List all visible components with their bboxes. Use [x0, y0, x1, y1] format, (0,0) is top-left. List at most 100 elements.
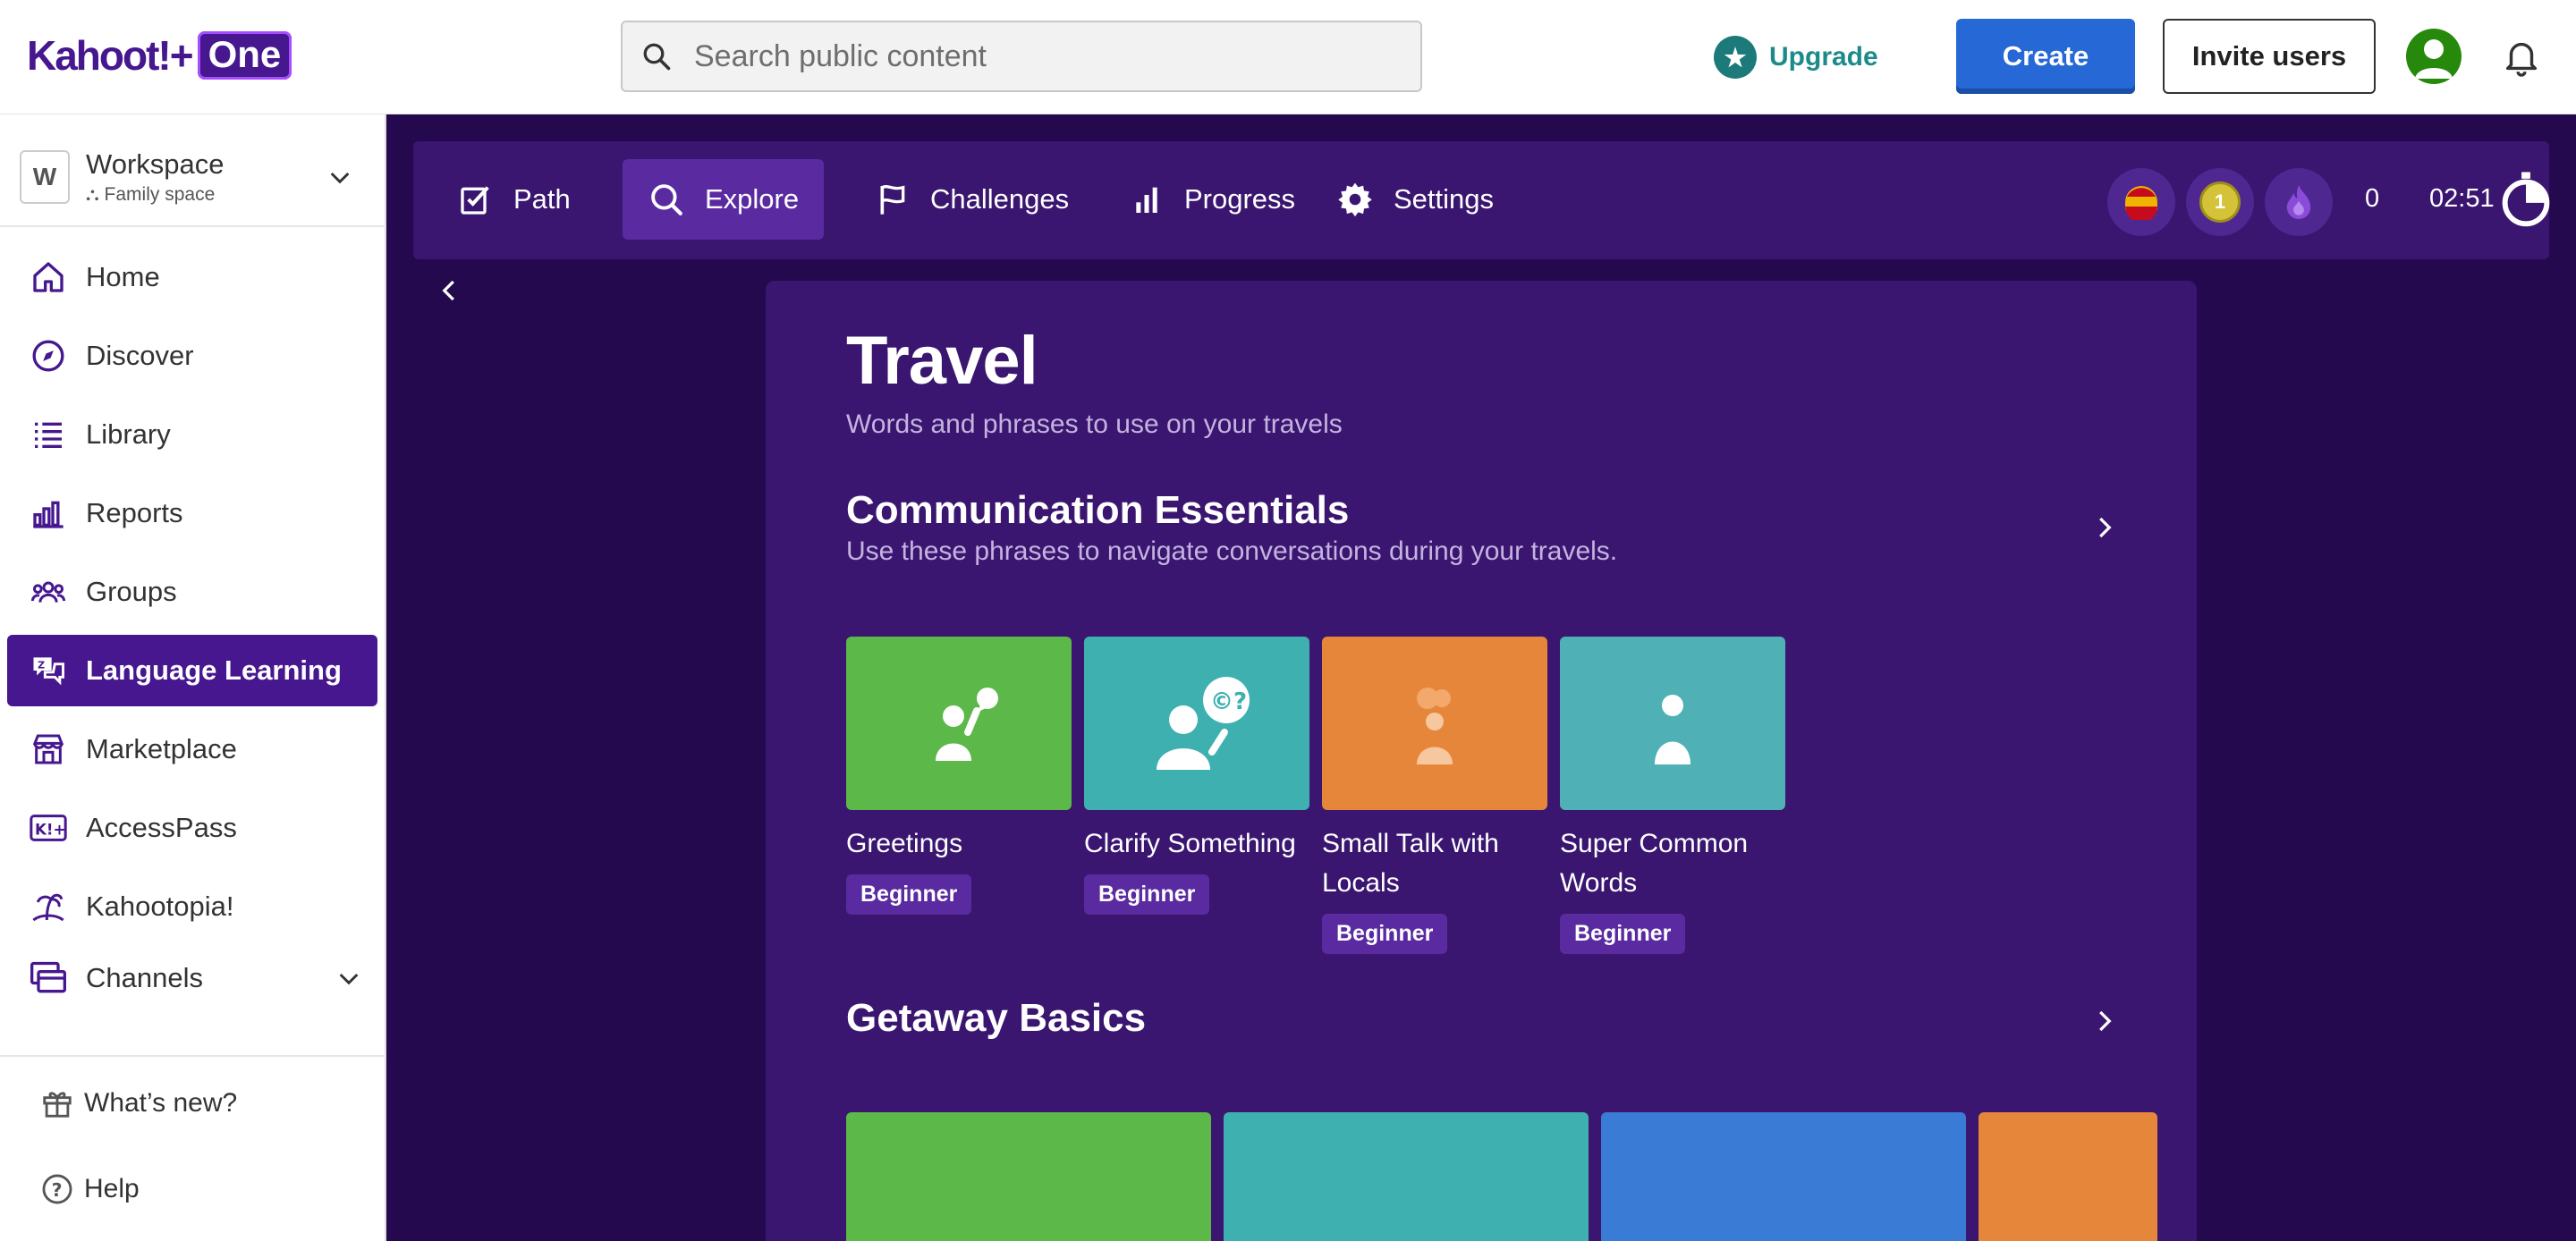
level-badge: Beginner: [1084, 874, 1210, 915]
spain-flag-icon: [2125, 186, 2157, 220]
lesson-card-super-common-words[interactable]: Super Common Words Beginner: [1560, 637, 1785, 954]
lesson-title: Small Talk with Locals: [1322, 829, 1499, 898]
tab-path[interactable]: Path: [433, 159, 596, 240]
section-next-button[interactable]: [2086, 1003, 2122, 1039]
sidebar-item-reports[interactable]: Reports: [7, 477, 377, 549]
sidebar-item-language-learning[interactable]: Z Language Learning: [7, 635, 377, 706]
toiletries-icon: [975, 1237, 1082, 1241]
kahoot-logo[interactable]: Kahoot!+ One: [27, 29, 292, 82]
language-tab-bar: Path Explore Challenges Progress Setting…: [413, 141, 2550, 259]
level-badge: Beginner: [1322, 914, 1448, 954]
sidebar-item-home[interactable]: Home: [7, 241, 377, 313]
sidebar-item-channels[interactable]: Channels: [7, 942, 377, 1014]
search-box[interactable]: [621, 21, 1422, 92]
chatting-person-icon: [1417, 688, 1453, 764]
sidebar-item-label: AccessPass: [86, 812, 237, 843]
level-badge[interactable]: 1: [2186, 168, 2254, 236]
tab-label: Path: [513, 183, 571, 215]
lesson-card-image: ©?: [1084, 637, 1309, 810]
sidebar-item-discover[interactable]: Discover: [7, 320, 377, 392]
tab-label: Challenges: [930, 183, 1070, 215]
buildings-icon: [1739, 1237, 1828, 1241]
section-next-button[interactable]: [2086, 510, 2122, 545]
user-icon: [2415, 39, 2453, 79]
language-flag-badge[interactable]: [2107, 168, 2175, 236]
svg-text:?: ?: [52, 1179, 63, 1201]
chevron-down-icon: [330, 172, 350, 184]
search-icon: [651, 184, 682, 215]
tab-explore[interactable]: Explore: [623, 159, 825, 240]
lesson-card-image: [1560, 637, 1785, 810]
lesson-title: Clarify Something: [1084, 829, 1296, 858]
family-icon: ⛬: [86, 184, 105, 205]
upgrade-link[interactable]: ★ Upgrade: [1714, 34, 1878, 80]
person-icon: [2023, 1237, 2113, 1241]
sidebar-item-label: Channels: [86, 962, 203, 993]
sidebar-item-kahootopia[interactable]: Kahootopia!: [7, 871, 377, 942]
search-input[interactable]: [694, 38, 1392, 74]
sidebar-item-label: Marketplace: [86, 733, 237, 764]
streak-badge[interactable]: [2265, 168, 2333, 236]
level-badge: Beginner: [846, 874, 972, 915]
workspace-name: Workspace: [86, 148, 225, 180]
sidebar-item-label: Library: [86, 418, 171, 450]
page-title: Travel: [846, 323, 1038, 399]
list-icon: [29, 415, 68, 454]
flame-icon: [2286, 184, 2311, 220]
workspace-badge: W: [20, 150, 70, 204]
accesspass-icon: K!+: [29, 808, 68, 848]
sidebar-item-label: Discover: [86, 340, 194, 371]
workspace-selector[interactable]: W Workspace ⛬ Family space: [20, 139, 369, 215]
sidebar: W Workspace ⛬ Family space Home Discover…: [0, 114, 386, 1241]
sidebar-item-groups[interactable]: Groups: [7, 556, 377, 628]
sidebar-item-label: Home: [86, 261, 160, 292]
sidebar-item-label: Kahootopia!: [86, 891, 234, 922]
compass-icon: [29, 336, 68, 376]
help-icon: ?: [39, 1171, 75, 1207]
top-bar: Kahoot!+ One ★ Upgrade Create Invite use…: [0, 0, 2576, 114]
lesson-card-small-talk[interactable]: Small Talk with Locals Beginner: [1322, 637, 1547, 954]
tab-progress[interactable]: Progress: [1104, 159, 1320, 240]
language-icon: Z: [29, 651, 68, 690]
groups-icon: [29, 572, 68, 612]
lesson-card-getaway-3[interactable]: [1601, 1112, 1966, 1241]
level-number: 1: [2214, 190, 2226, 213]
tab-label: Progress: [1184, 183, 1296, 215]
upgrade-label: Upgrade: [1769, 42, 1878, 72]
search-icon: [643, 43, 671, 71]
sidebar-item-accesspass[interactable]: K!+ AccessPass: [7, 792, 377, 864]
whats-new-label: What’s new?: [84, 1088, 238, 1118]
star-icon: ★: [1714, 36, 1757, 79]
back-button[interactable]: [428, 268, 472, 313]
lesson-card-getaway-2[interactable]: [1224, 1112, 1589, 1241]
lesson-card-greetings[interactable]: Greetings Beginner: [846, 637, 1072, 915]
help-link[interactable]: ? Help: [39, 1171, 140, 1207]
section-title: Getaway Basics: [846, 996, 1147, 1040]
invite-users-button[interactable]: Invite users: [2163, 19, 2376, 94]
whats-new-link[interactable]: What’s new?: [39, 1085, 237, 1121]
island-icon: [29, 887, 68, 926]
tab-settings[interactable]: Settings: [1311, 159, 1519, 240]
chevron-right-icon: [2099, 1010, 2112, 1032]
bell-icon[interactable]: [2501, 36, 2542, 77]
timer-text: 02:51: [2429, 184, 2495, 213]
lesson-card-getaway-1[interactable]: [846, 1112, 1211, 1241]
flag-icon: [880, 185, 905, 215]
chevron-right-icon: [2099, 517, 2112, 538]
workspace-sub: ⛬ Family space: [86, 184, 225, 206]
lesson-card-getaway-4[interactable]: [1979, 1112, 2157, 1241]
waving-person-icon: [936, 688, 998, 761]
sidebar-item-marketplace[interactable]: Marketplace: [7, 713, 377, 785]
sidebar-item-library[interactable]: Library: [7, 399, 377, 470]
path-icon: [461, 186, 489, 215]
stopwatch-icon[interactable]: [2499, 170, 2553, 227]
tab-challenges[interactable]: Challenges: [850, 159, 1094, 240]
medal-icon: 1: [2199, 182, 2241, 223]
home-icon: [29, 257, 68, 297]
sidebar-item-label: Language Learning: [86, 654, 342, 686]
lesson-card-clarify-something[interactable]: ©? Clarify Something Beginner: [1084, 637, 1309, 915]
create-button[interactable]: Create: [1956, 19, 2135, 94]
section-title: Communication Essentials: [846, 488, 1350, 532]
bar-chart-icon: [29, 494, 68, 533]
avatar[interactable]: [2406, 29, 2462, 84]
